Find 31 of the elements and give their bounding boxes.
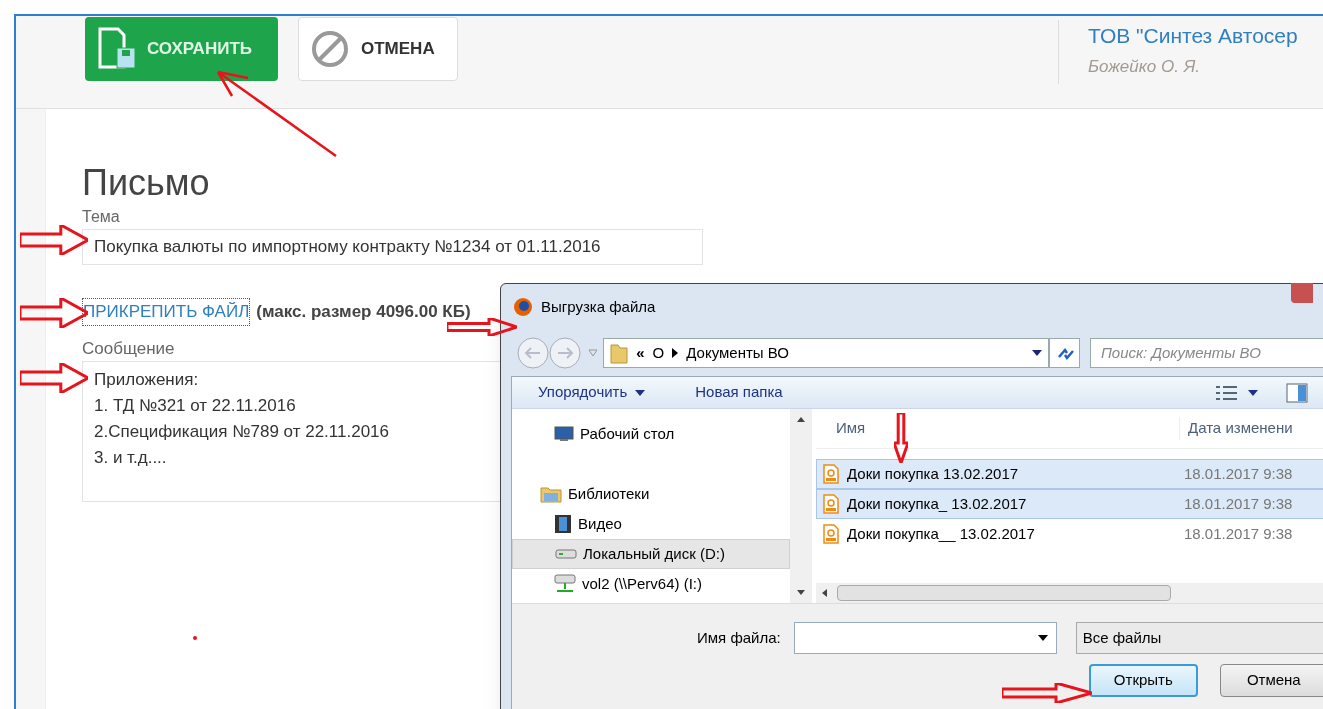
- cancel-button[interactable]: Отмена: [1219, 664, 1323, 697]
- file-row[interactable]: Доки покупка__ 13.02.2017 18.01.2017 9:38: [816, 519, 1323, 549]
- navigation-item[interactable]: Локальный диск (D:): [512, 539, 790, 569]
- file-date: 18.01.2017 9:38: [1184, 493, 1293, 514]
- subject-field[interactable]: Покупка валюты по импортному контракту №1234 от 01.11.2016: [82, 229, 703, 265]
- file-row[interactable]: Доки покупка 13.02.2017 18.01.2017 9:38: [816, 459, 1323, 489]
- search-field[interactable]: Поиск: Документы ВО: [1090, 338, 1323, 368]
- open-button[interactable]: Открыть: [1089, 664, 1198, 697]
- file-name: Доки покупка 13.02.2017: [847, 463, 1019, 484]
- file-date: 18.01.2017 9:38: [1184, 463, 1293, 484]
- field-label: Тема: [82, 207, 120, 227]
- organize-menu[interactable]: Упорядочить: [538, 381, 646, 404]
- dialog-title: Выгрузка файла: [541, 296, 656, 317]
- file-row[interactable]: Доки покупка_ 13.02.2017 18.01.2017 9:38: [816, 489, 1323, 519]
- navigation-item[interactable]: vol2 (\\Perv64) (I:): [512, 569, 790, 599]
- column-header[interactable]: Дата изменени: [1179, 417, 1293, 440]
- field-label: Сообщение: [82, 337, 175, 360]
- navigation-item[interactable]: Видео: [512, 509, 790, 539]
- column-header[interactable]: Имя: [816, 417, 1179, 440]
- address-bar[interactable]: « О Документы ВО: [603, 338, 1050, 368]
- file-name: Доки покупка_ 13.02.2017: [847, 493, 1027, 514]
- cancel-button[interactable]: ОТМЕНА: [298, 17, 458, 81]
- user-name: Божейко О. Я.: [1088, 55, 1201, 78]
- page-title: Письмо: [82, 163, 211, 203]
- company-name[interactable]: ТОВ "Синтез Автосер: [1088, 20, 1323, 52]
- file-date: 18.01.2017 9:38: [1184, 523, 1293, 544]
- attach-file-link[interactable]: ПРИКРЕПИТЬ ФАЙЛ: [82, 298, 251, 326]
- file-name: Доки покупка__ 13.02.2017: [847, 523, 1035, 544]
- file-size-note: (макс. размер 4096.00 КБ): [256, 301, 471, 323]
- file-name-label: Имя файла:: [697, 627, 782, 648]
- file-type-select[interactable]: Все файлы: [1075, 622, 1323, 654]
